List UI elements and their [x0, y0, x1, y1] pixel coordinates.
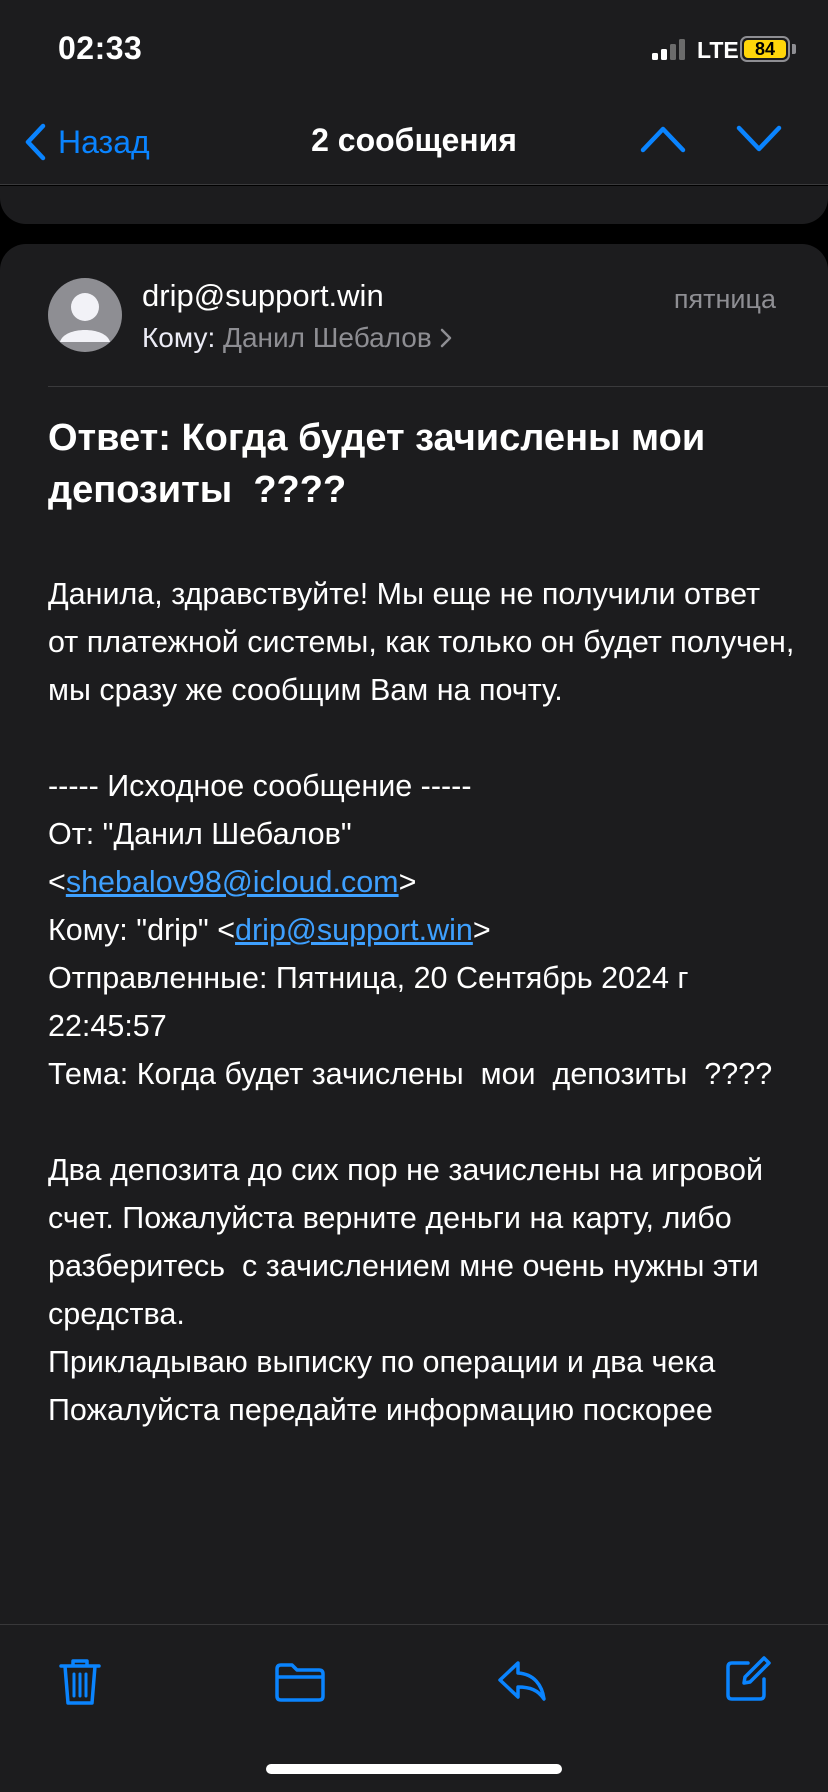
home-indicator[interactable]: [266, 1764, 562, 1774]
previous-message-button[interactable]: [640, 124, 686, 159]
message-body: Данила, здравствуйте! Мы еще не получили…: [48, 570, 798, 1434]
original-to-line: Кому: "drip" <drip@support.win>: [48, 906, 798, 954]
chevron-right-icon: [440, 328, 451, 348]
battery-percent: 84: [744, 40, 786, 58]
move-to-folder-button[interactable]: [274, 1661, 326, 1708]
back-button[interactable]: Назад: [24, 120, 150, 164]
header-divider: [48, 386, 828, 387]
back-button-label: Назад: [58, 123, 150, 160]
chevron-down-icon: [736, 125, 782, 152]
recipient-name[interactable]: Данил Шебалов: [223, 322, 452, 353]
original-message-header: ----- Исходное сообщение -----: [48, 769, 472, 803]
original-from-email-link[interactable]: shebalov98@icloud.com: [66, 865, 399, 899]
reply-icon: [498, 1661, 546, 1701]
compose-icon: [726, 1656, 771, 1701]
original-body-paragraph-1: Два депозита до сих пор не зачислены на …: [48, 1153, 772, 1331]
recipient-line: Кому: Данил Шебалов: [142, 322, 452, 354]
chevron-up-icon: [640, 126, 686, 153]
network-label: LTE: [697, 37, 739, 63]
previous-message-card[interactable]: [0, 186, 828, 224]
recipient-name-text: Данил Шебалов: [223, 322, 432, 353]
sender-address[interactable]: drip@support.win: [142, 278, 384, 314]
avatar: [48, 278, 122, 352]
original-sent-line: Отправленные: Пятница, 20 Сентябрь 2024 …: [48, 961, 698, 1043]
message-card: drip@support.win пятница Кому: Данил Шеб…: [0, 244, 828, 1624]
status-bar: 02:33 LTE 84: [0, 0, 828, 100]
trash-button[interactable]: [58, 1657, 102, 1712]
status-time: 02:33: [58, 30, 143, 66]
trash-icon: [59, 1659, 101, 1705]
original-to-gt: >: [472, 913, 491, 947]
message-subject: Ответ: Когда будет зачислены мои депозит…: [48, 417, 727, 511]
original-to-email-link[interactable]: drip@support.win: [235, 913, 473, 947]
message-date: пятница: [673, 284, 776, 314]
reply-button[interactable]: [496, 1659, 548, 1708]
battery-icon: 84: [740, 36, 790, 62]
battery-tip: [792, 44, 796, 54]
folder-icon: [275, 1663, 325, 1702]
original-from-lt: <: [48, 865, 66, 899]
recipient-prefix: Кому:: [142, 322, 216, 353]
original-body-paragraph-3: Пожалуйста передайте информацию поскорее: [48, 1393, 713, 1427]
original-from-prefix: От: "Данил Шебалов": [48, 817, 352, 851]
compose-button[interactable]: [724, 1655, 772, 1708]
original-from-line: От: "Данил Шебалов" <shebalov98@icloud.co…: [48, 810, 798, 906]
original-body-paragraph-2: Прикладываю выписку по операции и два че…: [48, 1345, 716, 1379]
original-to-prefix: Кому: "drip" <: [48, 913, 236, 947]
signal-icon: [652, 38, 688, 60]
original-subject-line: Тема: Когда будет зачислены мои депозиты…: [48, 1057, 773, 1091]
navigation-bar: Назад 2 сообщения: [0, 100, 828, 185]
original-from-gt: >: [398, 865, 417, 899]
reply-paragraph: Данила, здравствуйте! Мы еще не получили…: [48, 577, 803, 707]
person-icon: [60, 293, 110, 342]
next-message-button[interactable]: [736, 124, 782, 159]
chevron-left-icon: [25, 123, 46, 161]
